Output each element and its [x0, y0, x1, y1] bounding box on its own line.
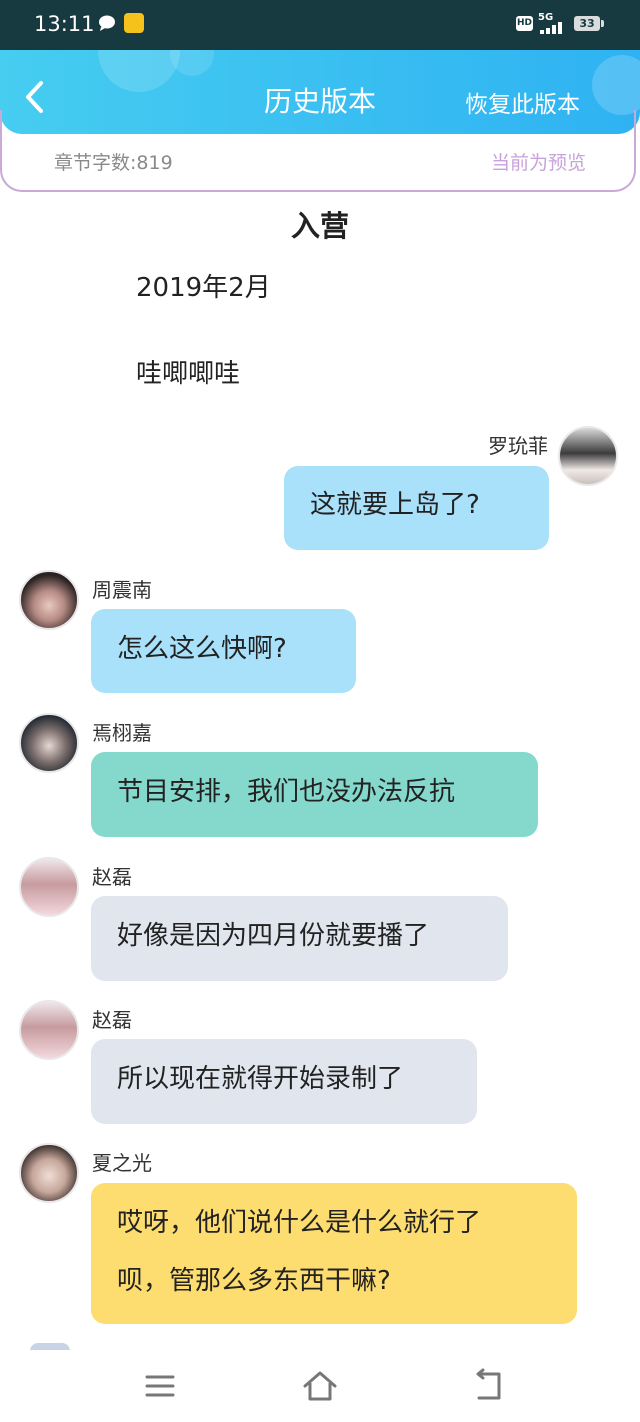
message-bubble: 节目安排，我们也没办法反抗: [91, 752, 538, 837]
battery-icon: 33: [574, 16, 600, 31]
signal-icon: [540, 22, 562, 34]
sender-name: 罗玧菲: [488, 434, 548, 458]
chapter-paragraph: 哇唧唧哇: [136, 359, 241, 389]
status-time: 13:11: [34, 12, 95, 36]
avatar[interactable]: [558, 426, 618, 486]
battery-tip: [601, 20, 604, 27]
sender-name: 焉栩嘉: [92, 721, 152, 745]
message-bubble: 哎呀，他们说什么是什么就行了 呗，管那么多东西干嘛?: [91, 1183, 577, 1324]
hd-badge: HD: [516, 16, 533, 31]
avatar[interactable]: [19, 857, 79, 917]
menu-icon[interactable]: [142, 1368, 178, 1404]
avatar[interactable]: [19, 570, 79, 630]
avatar[interactable]: [19, 1143, 79, 1203]
message-line: 哎呀，他们说什么是什么就行了: [117, 1208, 482, 1238]
message-icon: [99, 15, 115, 31]
sender-name: 赵磊: [92, 1008, 132, 1032]
chapter-title: 入营: [290, 209, 349, 243]
message-line: 呗，管那么多东西干嘛?: [117, 1266, 391, 1296]
preview-status: 当前为预览: [490, 152, 586, 174]
message-bubble: 所以现在就得开始录制了: [91, 1039, 477, 1124]
sender-name: 夏之光: [92, 1151, 152, 1175]
avatar[interactable]: [19, 713, 79, 773]
back-icon[interactable]: [470, 1368, 506, 1404]
app-notification-icon: [124, 13, 144, 33]
status-bar: 13:11 HD 5G 33: [0, 0, 640, 50]
home-icon[interactable]: [302, 1368, 338, 1404]
chapter-info-bar: 章节字数:819 当前为预览: [0, 110, 636, 192]
chapter-date: 2019年2月: [136, 273, 271, 303]
decor-bubble: [170, 50, 214, 76]
system-nav-bar: [0, 1350, 640, 1422]
sender-name: 赵磊: [92, 865, 132, 889]
sender-name: 周震南: [92, 578, 152, 602]
message-bubble: 这就要上岛了?: [284, 466, 549, 550]
avatar[interactable]: [19, 1000, 79, 1060]
message-bubble: 好像是因为四月份就要播了: [91, 896, 508, 981]
message-bubble: 怎么这么快啊?: [91, 609, 356, 693]
word-count: 章节字数:819: [54, 152, 173, 174]
